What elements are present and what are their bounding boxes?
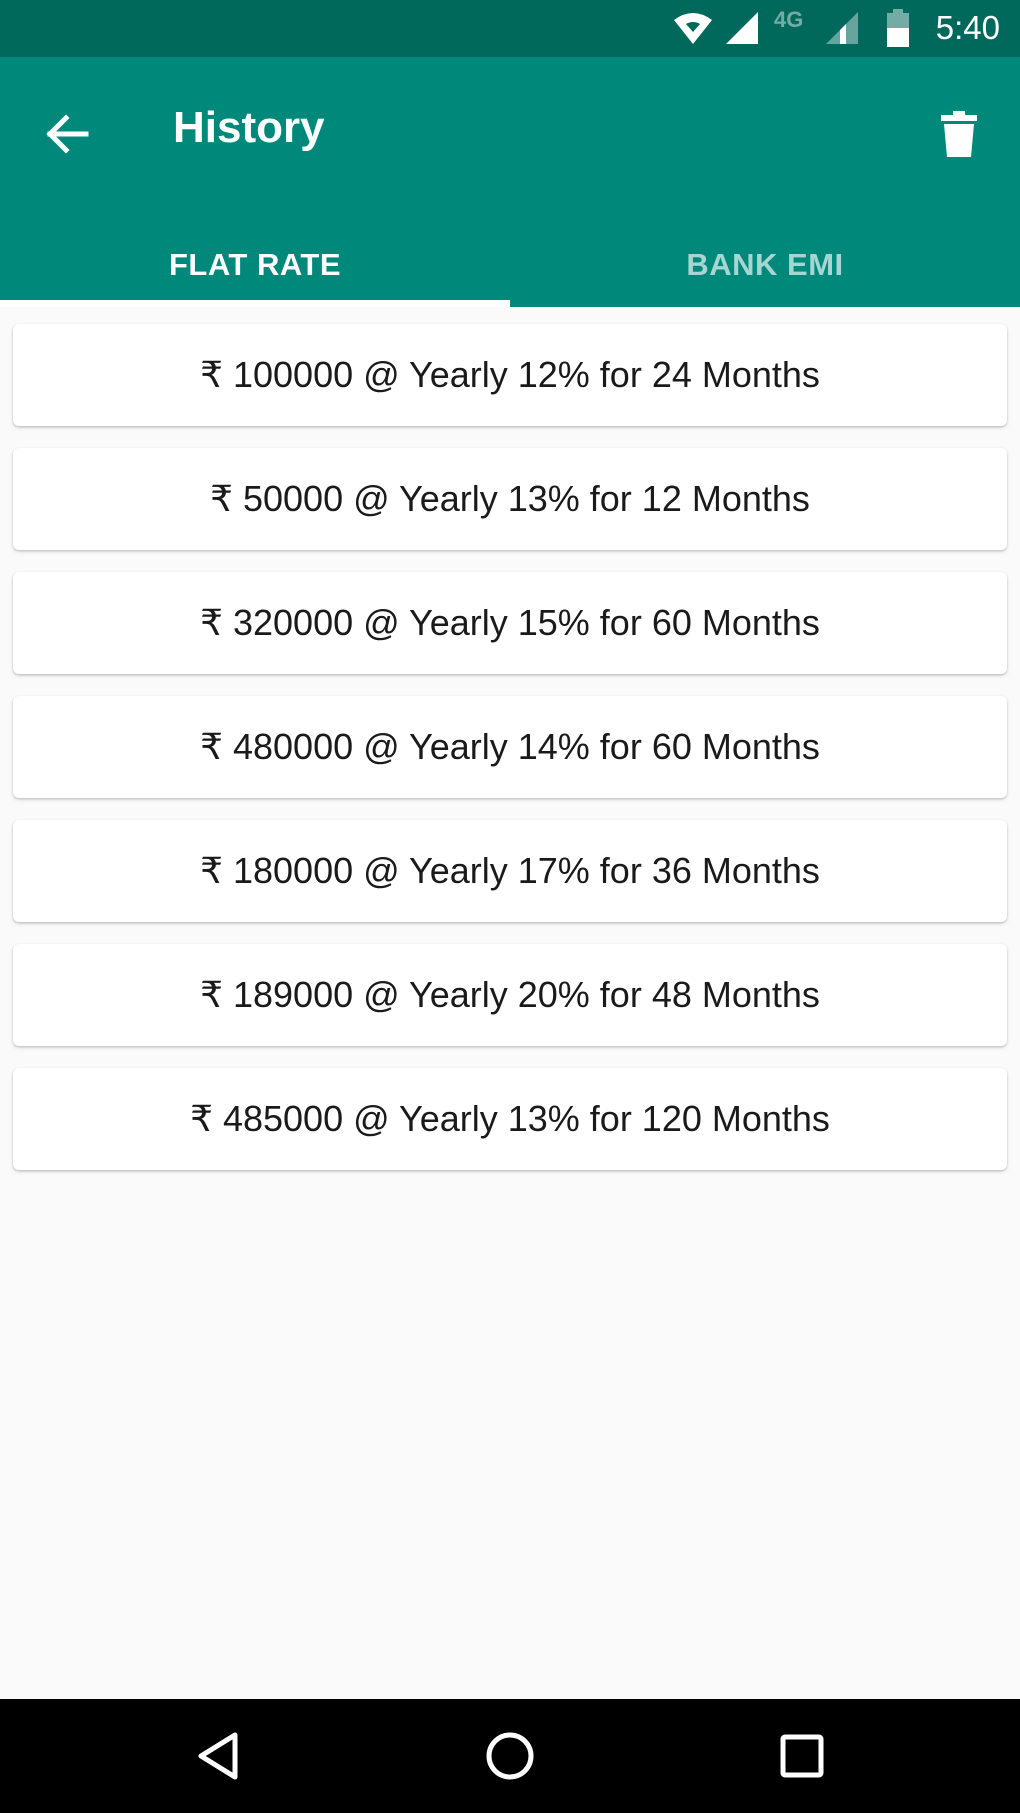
history-item[interactable]: ₹ 480000 @ Yearly 14% for 60 Months bbox=[13, 696, 1007, 798]
tab-bar: FLAT RATE BANK EMI bbox=[0, 247, 1020, 307]
history-item-label: ₹ 189000 @ Yearly 20% for 48 Months bbox=[200, 974, 820, 1015]
signal-icon bbox=[726, 12, 758, 44]
tab-indicator bbox=[0, 300, 510, 307]
status-time: 5:40 bbox=[935, 9, 1000, 46]
recents-square-icon bbox=[780, 1734, 824, 1778]
history-item[interactable]: ₹ 320000 @ Yearly 15% for 60 Months bbox=[13, 572, 1007, 674]
tab-flat-rate[interactable]: FLAT RATE bbox=[0, 247, 510, 307]
status-bar: 4G 5:40 bbox=[0, 0, 1020, 57]
history-item-label: ₹ 100000 @ Yearly 12% for 24 Months bbox=[200, 354, 820, 395]
wifi-icon bbox=[674, 13, 712, 44]
history-item[interactable]: ₹ 180000 @ Yearly 17% for 36 Months bbox=[13, 820, 1007, 922]
signal-weak-icon bbox=[826, 12, 858, 44]
navigation-bar bbox=[0, 1699, 1020, 1813]
nav-back-button[interactable] bbox=[183, 1721, 253, 1791]
back-button[interactable] bbox=[28, 95, 106, 173]
history-item[interactable]: ₹ 189000 @ Yearly 20% for 48 Months bbox=[13, 944, 1007, 1046]
history-item-label: ₹ 485000 @ Yearly 13% for 120 Months bbox=[190, 1098, 830, 1139]
battery-icon bbox=[887, 9, 909, 47]
back-triangle-icon bbox=[198, 1732, 238, 1780]
history-item[interactable]: ₹ 100000 @ Yearly 12% for 24 Months bbox=[13, 324, 1007, 426]
history-list: ₹ 100000 @ Yearly 12% for 24 Months ₹ 50… bbox=[13, 324, 1007, 1192]
home-circle-icon bbox=[486, 1732, 534, 1780]
history-item-label: ₹ 50000 @ Yearly 13% for 12 Months bbox=[210, 478, 810, 519]
app-bar: History FLAT RATE BANK EMI bbox=[0, 57, 1020, 307]
history-item[interactable]: ₹ 485000 @ Yearly 13% for 120 Months bbox=[13, 1068, 1007, 1170]
trash-icon bbox=[941, 111, 977, 157]
nav-recents-button[interactable] bbox=[767, 1721, 837, 1791]
nav-home-button[interactable] bbox=[475, 1721, 545, 1791]
history-item-label: ₹ 180000 @ Yearly 17% for 36 Months bbox=[200, 850, 820, 891]
tab-bank-emi[interactable]: BANK EMI bbox=[510, 247, 1020, 307]
page-title: History bbox=[173, 103, 325, 152]
arrow-left-icon bbox=[46, 114, 89, 154]
history-item[interactable]: ₹ 50000 @ Yearly 13% for 12 Months bbox=[13, 448, 1007, 550]
history-item-label: ₹ 480000 @ Yearly 14% for 60 Months bbox=[200, 726, 820, 767]
delete-button[interactable] bbox=[920, 95, 998, 173]
history-item-label: ₹ 320000 @ Yearly 15% for 60 Months bbox=[200, 602, 820, 643]
network-type-label: 4G bbox=[774, 7, 804, 32]
